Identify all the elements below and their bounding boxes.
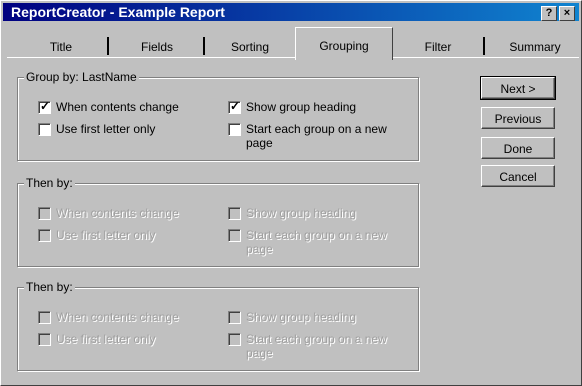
- start-new-page-label-3b: page: [246, 346, 273, 360]
- start-new-page-label-3a: Start each group on a new: [246, 332, 387, 346]
- tab-strip: Title Fields Sorting Grouping Filter Sum…: [7, 23, 581, 60]
- start-new-page-label-2: page: [246, 136, 273, 150]
- tab-fields[interactable]: Fields: [113, 37, 201, 57]
- close-button[interactable]: ×: [559, 6, 575, 21]
- show-group-heading-label-2: Show group heading: [246, 206, 357, 220]
- cancel-button[interactable]: Cancel: [481, 165, 555, 187]
- when-contents-change-label-2: When contents change: [56, 206, 179, 220]
- title-bar[interactable]: ReportCreator - Example Report ? ×: [3, 3, 579, 21]
- next-button[interactable]: Next >: [480, 76, 556, 100]
- tab-sorting[interactable]: Sorting: [207, 37, 293, 57]
- show-group-heading-label: Show group heading: [246, 100, 357, 114]
- then-by-section-1: Then by: When contents change Use first …: [17, 176, 419, 267]
- tab-title[interactable]: Title: [19, 37, 103, 57]
- check-icon: ✓: [230, 99, 241, 113]
- tab-separator: [203, 37, 205, 55]
- use-first-letter-label-3: Use first letter only: [56, 332, 156, 346]
- then-by-title-2: Then by:: [24, 280, 75, 294]
- start-new-page-label-2a: Start each group on a new: [246, 228, 387, 242]
- tab-separator: [483, 37, 485, 55]
- use-first-letter-label: Use first letter only: [56, 122, 156, 136]
- group-by-section: Group by: LastName ✓ When contents chang…: [17, 70, 419, 161]
- report-creator-window: ReportCreator - Example Report ? × Title…: [0, 0, 582, 386]
- tab-summary[interactable]: Summary: [489, 37, 581, 57]
- start-new-page-label-2b: page: [246, 242, 273, 256]
- tab-grouping[interactable]: Grouping: [295, 27, 393, 60]
- tab-filter[interactable]: Filter: [395, 37, 481, 57]
- check-icon: ✓: [40, 99, 51, 113]
- previous-button[interactable]: Previous: [481, 107, 555, 129]
- when-contents-change-label-3: When contents change: [56, 310, 179, 324]
- show-group-heading-label-3: Show group heading: [246, 310, 357, 324]
- done-button[interactable]: Done: [481, 137, 555, 159]
- use-first-letter-label-2: Use first letter only: [56, 228, 156, 242]
- when-contents-change-label: When contents change: [56, 100, 179, 114]
- tab-separator: [107, 37, 109, 55]
- group-by-title: Group by: LastName: [24, 70, 139, 84]
- then-by-section-2: Then by: When contents change Use first …: [17, 280, 419, 371]
- then-by-title-1: Then by:: [24, 176, 75, 190]
- start-new-page-label: Start each group on a new: [246, 122, 387, 136]
- window-title: ReportCreator - Example Report: [11, 4, 225, 20]
- help-button[interactable]: ?: [541, 6, 557, 21]
